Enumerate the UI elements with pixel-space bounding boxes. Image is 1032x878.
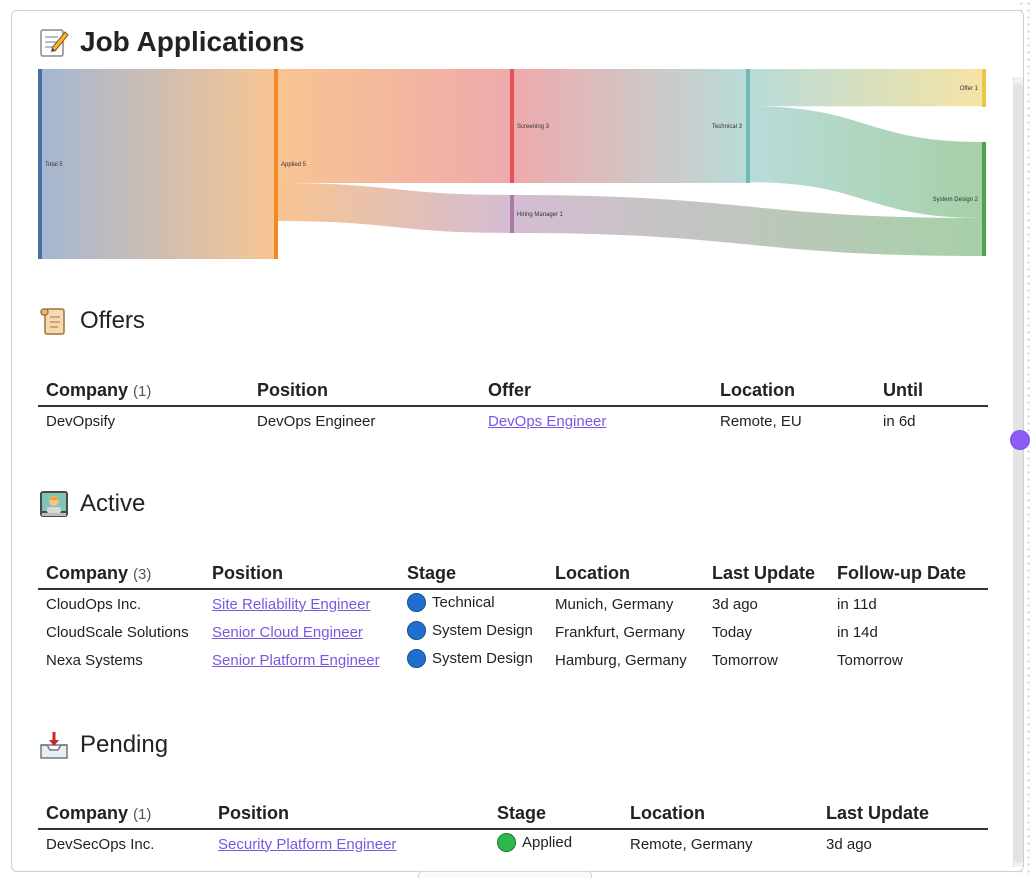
pending-col-last-update[interactable]: Last Update (818, 794, 988, 830)
offer-position: DevOps Engineer (257, 412, 376, 430)
sankey-node (274, 69, 278, 259)
sankey-node (982, 142, 986, 256)
pending-stage: Applied (522, 833, 573, 851)
active-col-last-update[interactable]: Last Update (704, 554, 829, 590)
active-last-update: Tomorrow (712, 651, 778, 669)
note-frame: Job Applications Total 5 Applied 5 Screeni… (11, 10, 1024, 872)
offer-link[interactable]: DevOps Engineer (488, 413, 606, 430)
offers-col-company[interactable]: Company (1) (38, 371, 249, 407)
active-company: CloudOps Inc. (46, 595, 142, 613)
sankey-node (510, 195, 514, 233)
offer-company: DevOpsify (46, 412, 116, 430)
active-table: Company (3) Position Stage Location Last… (38, 554, 988, 674)
active-stage: Technical (432, 593, 495, 611)
pending-col-stage[interactable]: Stage (489, 794, 622, 830)
pending-table: Company (1) Position Stage Location Last… (38, 794, 988, 858)
pending-heading-text: Pending (80, 731, 169, 758)
sankey-node (982, 69, 986, 107)
active-follow-up: in 11d (837, 595, 877, 613)
pending-count: (1) (133, 806, 152, 823)
sankey-link (750, 69, 982, 107)
page-title: Job Applications (38, 19, 305, 65)
offers-col-location[interactable]: Location (712, 371, 875, 407)
offer-location: Remote, EU (720, 412, 802, 430)
active-heading: Active (38, 484, 145, 524)
table-row: CloudOps Inc. Site Reliability Engineer … (38, 589, 988, 618)
sankey-node (510, 69, 514, 183)
pending-location: Remote, Germany (630, 835, 753, 853)
active-position-link[interactable]: Site Reliability Engineer (212, 596, 370, 613)
pending-header-row: Company (1) Position Stage Location Last… (38, 794, 988, 830)
active-company: CloudScale Solutions (46, 623, 189, 641)
technologist-icon (40, 491, 68, 517)
sankey-link (42, 69, 274, 259)
resize-handle[interactable] (1011, 431, 1029, 449)
pending-col-location[interactable]: Location (622, 794, 818, 830)
active-col-location[interactable]: Location (547, 554, 704, 590)
offers-header-row: Company (1) Position Offer Location Unti… (38, 371, 988, 407)
offers-col-offer[interactable]: Offer (480, 371, 712, 407)
sankey-node-label: Offer 1 (960, 86, 979, 92)
active-count: (3) (133, 566, 152, 583)
sankey-node (38, 69, 42, 259)
sankey-link (278, 69, 510, 183)
sankey-node-label: Screening 3 (517, 124, 550, 130)
pending-col-company[interactable]: Company (1) (38, 794, 210, 830)
blue-circle-icon (407, 592, 426, 612)
memo-icon (40, 29, 69, 57)
sankey-link (278, 183, 510, 233)
inbox-tray-icon (40, 732, 68, 759)
active-stage: System Design (432, 621, 533, 639)
active-col-stage[interactable]: Stage (399, 554, 547, 590)
active-follow-up: in 14d (837, 623, 878, 641)
table-row: DevOpsify DevOps Engineer DevOps Enginee… (38, 406, 988, 435)
table-row: Nexa Systems Senior Platform Engineer Sy… (38, 646, 988, 674)
sankey-node-label: System Design 2 (933, 197, 979, 203)
active-col-position[interactable]: Position (204, 554, 399, 590)
offers-count: (1) (133, 383, 152, 400)
offers-table: Company (1) Position Offer Location Unti… (38, 371, 988, 435)
offers-col-position[interactable]: Position (249, 371, 480, 407)
active-last-update: Today (712, 623, 753, 641)
sankey-node-label: Hiring Manager 1 (517, 212, 564, 218)
active-position-link[interactable]: Senior Platform Engineer (212, 652, 380, 669)
scrollbar-thumb[interactable] (1014, 83, 1023, 863)
active-stage: System Design (432, 649, 533, 667)
offers-heading-text: Offers (80, 307, 145, 334)
active-heading-text: Active (80, 490, 146, 517)
pending-heading: Pending (38, 725, 168, 765)
bottom-tab[interactable] (418, 871, 592, 878)
pending-position-link[interactable]: Security Platform Engineer (218, 836, 396, 853)
active-col-follow-up[interactable]: Follow-up Date (829, 554, 988, 590)
sankey-node-label: Total 5 (45, 162, 63, 168)
scroll-icon (40, 308, 65, 335)
active-location: Munich, Germany (555, 595, 674, 613)
pending-company: DevSecOps Inc. (46, 835, 155, 853)
sankey-node-label: Technical 3 (712, 124, 743, 130)
active-last-update: 3d ago (712, 595, 758, 613)
table-row: DevSecOps Inc. Security Platform Enginee… (38, 829, 988, 858)
pending-last-update: 3d ago (826, 835, 872, 853)
offers-heading: Offers (38, 301, 145, 341)
applications-sankey-chart: Total 5 Applied 5 Screening 3 Hiring Manage… (38, 69, 986, 259)
page-title-text: Job Applications (80, 26, 305, 57)
sankey-node (746, 69, 750, 183)
offers-col-until[interactable]: Until (875, 371, 988, 407)
active-company: Nexa Systems (46, 651, 143, 669)
offer-until: in 6d (883, 412, 916, 430)
green-circle-icon (497, 832, 516, 852)
blue-circle-icon (407, 648, 426, 668)
pending-col-position[interactable]: Position (210, 794, 489, 830)
active-location: Hamburg, Germany (555, 651, 687, 669)
active-header-row: Company (3) Position Stage Location Last… (38, 554, 988, 590)
sankey-node-label: Applied 5 (281, 162, 307, 168)
active-location: Frankfurt, Germany (555, 623, 686, 641)
table-row: CloudScale Solutions Senior Cloud Engine… (38, 618, 988, 646)
active-follow-up: Tomorrow (837, 651, 903, 669)
active-position-link[interactable]: Senior Cloud Engineer (212, 624, 363, 641)
blue-circle-icon (407, 620, 426, 640)
active-col-company[interactable]: Company (3) (38, 554, 204, 590)
